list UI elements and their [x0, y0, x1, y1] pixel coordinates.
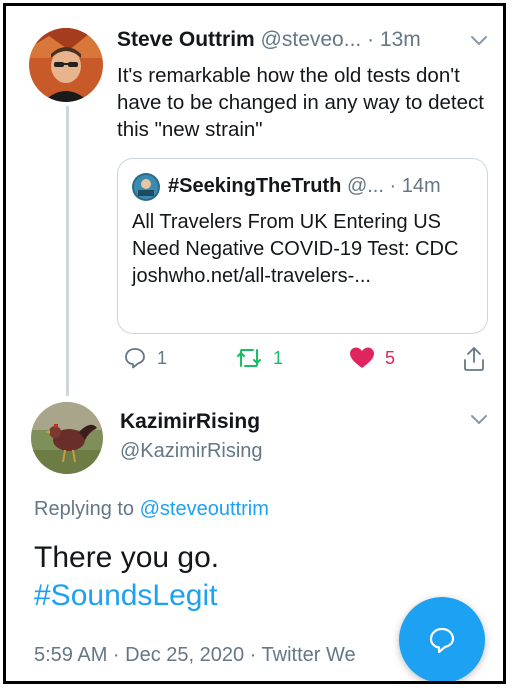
compose-button[interactable]: [399, 597, 485, 681]
chevron-down-icon[interactable]: [470, 35, 488, 47]
replying-mention[interactable]: @steveouttrim: [140, 498, 269, 520]
avatar[interactable]: [29, 28, 103, 102]
share-icon: [464, 347, 484, 371]
quoted-time: 14m: [401, 175, 441, 197]
quoted-text: All Travelers From UK Entering US Need N…: [132, 211, 459, 287]
heart-icon: [350, 347, 374, 368]
thread-line: [66, 106, 69, 396]
tweet2-text: There you go. #SoundsLegit: [34, 539, 219, 615]
share-button[interactable]: [462, 346, 486, 372]
retweet-count: 1: [273, 347, 284, 368]
reply-icon: [125, 348, 145, 369]
retweet-button[interactable]: 1: [235, 346, 283, 370]
retweet-icon: [237, 349, 261, 367]
separator-dot: ·: [389, 175, 402, 197]
tweet1-actions: 1 1 5: [117, 346, 497, 376]
like-button[interactable]: 5: [349, 346, 395, 370]
tweet-thread: Steve Outtrim @steveo... · 13m It's rema…: [3, 3, 506, 684]
quoted-name: #SeekingTheTruth: [168, 175, 342, 197]
tweet1-header: Steve Outtrim @steveo... · 13m: [117, 28, 483, 52]
tweet2-footer: 5:59 AM · Dec 25, 2020 · Twitter We: [34, 644, 356, 666]
hashtag-link[interactable]: #SoundsLegit: [34, 577, 219, 615]
separator-dot: ·: [367, 28, 380, 51]
quoted-avatar: [132, 173, 160, 201]
tweet2-handle[interactable]: @KazimirRising: [120, 440, 263, 463]
like-count: 5: [385, 347, 396, 368]
quoted-handle: @...: [346, 175, 384, 197]
tweet1-time[interactable]: 13m: [380, 28, 421, 51]
tweet2-name[interactable]: KazimirRising: [120, 410, 260, 434]
tweet1-name[interactable]: Steve Outtrim: [117, 28, 255, 51]
reply-button[interactable]: 1: [123, 346, 167, 370]
reply-count: 1: [157, 347, 168, 368]
avatar[interactable]: [31, 402, 103, 474]
chat-bubble-icon: [429, 627, 455, 654]
tweet1-text: It's remarkable how the old tests don't …: [117, 64, 484, 141]
tweet1-handle[interactable]: @steveo...: [261, 28, 362, 51]
chevron-down-icon[interactable]: [470, 414, 488, 426]
replying-to: Replying to @steveouttrim: [34, 498, 269, 521]
replying-prefix: Replying to: [34, 498, 135, 520]
quoted-tweet[interactable]: #SeekingTheTruth @... · 14m All Traveler…: [117, 158, 488, 334]
quoted-header: #SeekingTheTruth @... · 14m: [168, 175, 477, 198]
tweet2-body: There you go.: [34, 541, 220, 574]
